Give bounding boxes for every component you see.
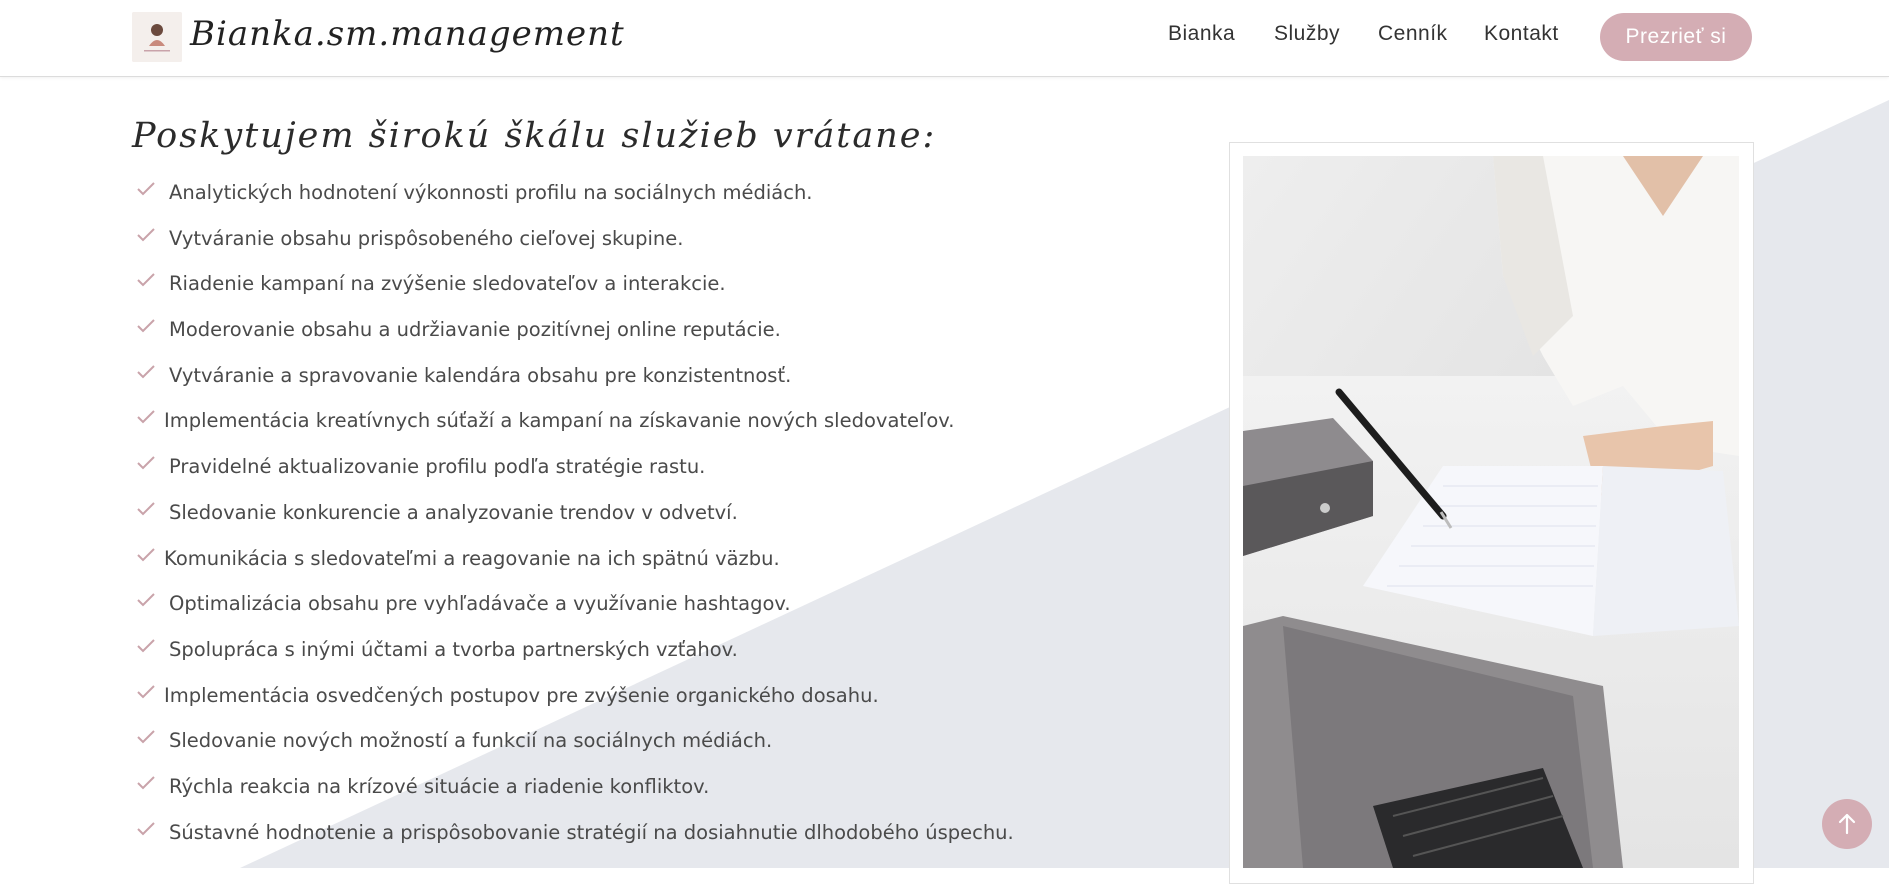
service-text: Implementácia osvedčených postupov pre z… (164, 683, 879, 707)
service-text: Komunikácia s sledovateľmi a reagovanie … (164, 546, 780, 570)
nav-cennik[interactable]: Cenník (1378, 22, 1448, 52)
check-icon (137, 776, 155, 790)
check-icon (137, 593, 155, 607)
service-text: Sústavné hodnotenie a prispôsobovanie st… (169, 820, 1014, 844)
service-text: Pravidelné aktualizovanie profilu podľa … (169, 455, 706, 479)
check-icon (137, 182, 155, 196)
check-icon (137, 319, 155, 333)
service-text: Implementácia kreatívnych súťaží a kampa… (164, 409, 955, 433)
check-icon (137, 684, 155, 698)
arrow-up-icon (1838, 813, 1856, 835)
service-text: Spolupráca s inými účtami a tvorba partn… (169, 637, 738, 661)
check-icon (137, 639, 155, 653)
service-text: Moderovanie obsahu a udržiavanie pozitív… (169, 318, 781, 342)
site-header: Bianka.sm.management Bianka Služby Cenní… (0, 0, 1889, 77)
check-icon (137, 410, 155, 424)
service-text: Analytických hodnotení výkonnosti profil… (169, 181, 813, 204)
service-text: Riadenie kampaní na zvýšenie sledovateľo… (169, 272, 726, 296)
service-text: Rýchla reakcia na krízové situácie a ria… (169, 774, 710, 798)
check-icon (137, 227, 155, 242)
service-text: Optimalizácia obsahu pre vyhľadávače a v… (169, 592, 791, 616)
brand-name[interactable]: Bianka.sm.management (190, 14, 625, 54)
service-text: Vytváranie a spravovanie kalendára obsah… (169, 363, 792, 387)
section-heading: Poskytujem širokú škálu služieb vrátane: (132, 116, 937, 156)
nav-bianka[interactable]: Bianka (1168, 22, 1235, 52)
service-text: Vytváranie obsahu prispôsobeného cieľove… (169, 226, 684, 250)
check-icon (137, 456, 155, 470)
nav-kontakt[interactable]: Kontakt (1484, 22, 1559, 52)
workspace-photo (1243, 156, 1739, 868)
service-text: Sledovanie konkurencie a analyzovanie tr… (169, 500, 738, 524)
check-icon (137, 502, 155, 516)
service-text: Sledovanie nových možností a funkcií na … (169, 729, 773, 753)
nav-sluzby[interactable]: Služby (1274, 22, 1340, 52)
check-icon (137, 730, 155, 744)
view-button[interactable]: Prezrieť si (1600, 13, 1752, 61)
check-icon (137, 821, 155, 836)
check-icon (137, 365, 155, 379)
logo-icon[interactable] (132, 12, 182, 62)
check-icon (137, 273, 155, 287)
check-icon (137, 547, 155, 561)
scroll-top-button[interactable] (1822, 799, 1872, 849)
